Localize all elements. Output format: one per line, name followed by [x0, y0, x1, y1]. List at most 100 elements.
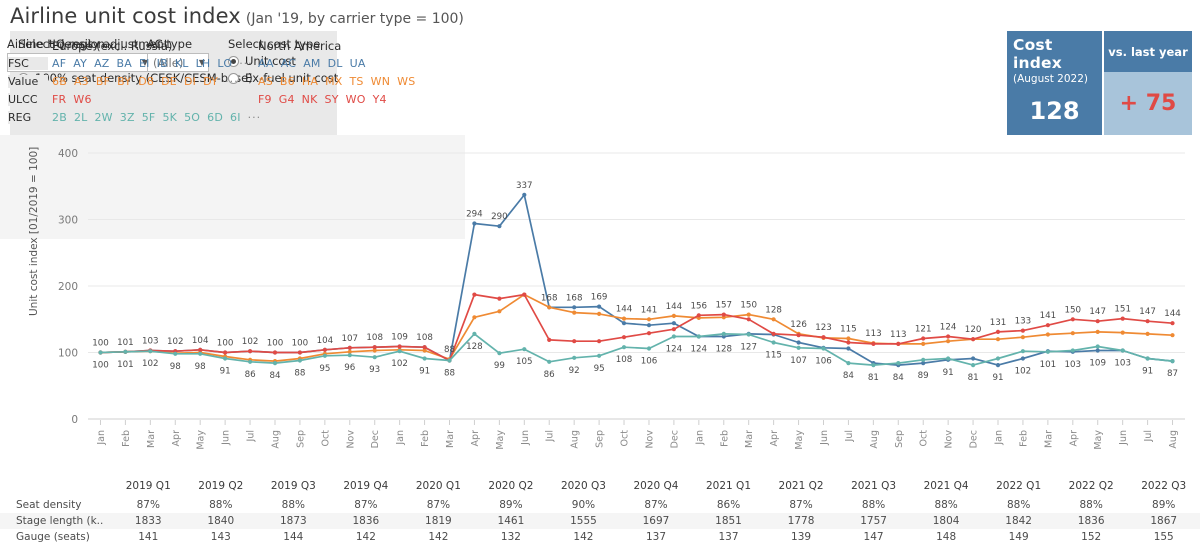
data-point[interactable] — [1095, 348, 1100, 353]
data-point[interactable] — [971, 337, 976, 342]
data-point[interactable] — [522, 192, 527, 197]
data-point[interactable] — [696, 313, 701, 318]
data-point[interactable] — [971, 363, 976, 368]
airline-code-D8[interactable]: D8 — [138, 75, 154, 88]
airline-code-DY[interactable]: DY — [203, 75, 218, 88]
airline-code-UA[interactable]: UA — [350, 57, 366, 70]
data-point[interactable] — [846, 346, 851, 351]
data-point[interactable] — [696, 334, 701, 339]
data-point[interactable] — [497, 296, 502, 301]
airline-code-DI[interactable]: DI — [184, 75, 196, 88]
airline-code-DL[interactable]: DL — [328, 57, 343, 70]
data-point[interactable] — [472, 292, 477, 297]
data-point[interactable] — [597, 304, 602, 309]
data-point[interactable] — [846, 361, 851, 366]
data-point[interactable] — [746, 312, 751, 317]
data-point[interactable] — [1170, 333, 1175, 338]
airline-code-SY[interactable]: SY — [325, 93, 339, 106]
airline-code-WO[interactable]: WO — [346, 93, 366, 106]
data-point[interactable] — [472, 331, 477, 336]
data-point[interactable] — [896, 361, 901, 366]
airline-code-KL[interactable]: KL — [175, 57, 189, 70]
data-point[interactable] — [746, 317, 751, 322]
data-point[interactable] — [921, 341, 926, 346]
data-point[interactable] — [397, 349, 402, 354]
data-point[interactable] — [1020, 328, 1025, 333]
data-point[interactable] — [621, 335, 627, 340]
more-codes-icon[interactable]: ··· — [239, 57, 253, 70]
data-point[interactable] — [796, 333, 801, 338]
airline-code-AY[interactable]: AY — [73, 57, 87, 70]
data-point[interactable] — [1145, 356, 1150, 361]
data-point[interactable] — [821, 335, 826, 340]
data-point[interactable] — [98, 350, 103, 355]
data-point[interactable] — [1020, 356, 1025, 361]
data-point[interactable] — [671, 321, 677, 326]
airline-code-2B[interactable]: 2B — [52, 111, 67, 124]
airline-code-FR[interactable]: FR — [52, 93, 66, 106]
airline-code-BY[interactable]: BY — [117, 75, 131, 88]
data-point[interactable] — [1170, 321, 1175, 326]
airline-code-6B[interactable]: 6B — [52, 75, 67, 88]
data-point[interactable] — [621, 316, 627, 321]
data-point[interactable] — [597, 339, 602, 344]
airline-code-LH[interactable]: LH — [196, 57, 211, 70]
data-point[interactable] — [422, 345, 427, 350]
airline-code-5O[interactable]: 5O — [184, 111, 200, 124]
data-point[interactable] — [796, 345, 801, 350]
data-point[interactable] — [821, 346, 826, 351]
data-point[interactable] — [896, 341, 901, 346]
data-point[interactable] — [347, 353, 352, 358]
data-point[interactable] — [995, 363, 1001, 368]
data-point[interactable] — [846, 340, 851, 345]
data-point[interactable] — [173, 351, 178, 356]
data-point[interactable] — [547, 359, 552, 364]
data-point[interactable] — [1045, 332, 1050, 337]
airline-code-AA[interactable]: AA — [258, 57, 274, 70]
airline-code-A3[interactable]: A3 — [74, 75, 89, 88]
data-point[interactable] — [721, 331, 726, 336]
data-point[interactable] — [497, 224, 502, 229]
airline-code-6D[interactable]: 6D — [207, 111, 223, 124]
data-point[interactable] — [272, 361, 278, 366]
data-point[interactable] — [946, 356, 951, 361]
data-point[interactable] — [1095, 329, 1100, 334]
data-point[interactable] — [1095, 319, 1100, 324]
data-point[interactable] — [572, 355, 577, 360]
data-point[interactable] — [1170, 359, 1175, 364]
legend-na-codes-fsc[interactable]: AA AC AM DL UA — [258, 57, 366, 70]
data-point[interactable] — [198, 347, 203, 352]
data-point[interactable] — [572, 310, 577, 315]
data-point[interactable] — [1120, 330, 1125, 335]
data-point[interactable] — [522, 292, 527, 297]
data-point[interactable] — [1020, 335, 1025, 340]
airline-code-WN[interactable]: WN — [371, 75, 391, 88]
airline-code-AM[interactable]: AM — [303, 57, 320, 70]
data-point[interactable] — [123, 349, 128, 354]
data-point[interactable] — [995, 356, 1001, 361]
data-point[interactable] — [148, 349, 153, 354]
airline-code-G4[interactable]: G4 — [279, 93, 295, 106]
data-point[interactable] — [447, 358, 452, 363]
data-point[interactable] — [646, 331, 652, 336]
airline-code-AF[interactable]: AF — [52, 57, 66, 70]
data-point[interactable] — [796, 340, 801, 345]
data-point[interactable] — [921, 357, 926, 362]
data-point[interactable] — [322, 347, 327, 352]
airline-code-3Z[interactable]: 3Z — [120, 111, 135, 124]
data-point[interactable] — [372, 355, 377, 360]
airline-code-HA[interactable]: HA — [302, 75, 318, 88]
airline-code-5F[interactable]: 5F — [142, 111, 156, 124]
airline-code-MX[interactable]: MX — [325, 75, 342, 88]
data-point[interactable] — [248, 349, 253, 354]
data-point[interactable] — [871, 363, 876, 368]
legend-europe-codes-fsc[interactable]: AF AY AZ BA EI IB KL LH LO ··· — [52, 57, 253, 70]
data-point[interactable] — [472, 315, 477, 320]
data-point[interactable] — [572, 339, 577, 344]
data-point[interactable] — [671, 327, 677, 332]
data-point[interactable] — [621, 345, 627, 350]
data-point[interactable] — [223, 356, 228, 361]
data-point[interactable] — [646, 323, 652, 328]
data-point[interactable] — [272, 350, 278, 355]
airline-code-DE[interactable]: DE — [161, 75, 177, 88]
